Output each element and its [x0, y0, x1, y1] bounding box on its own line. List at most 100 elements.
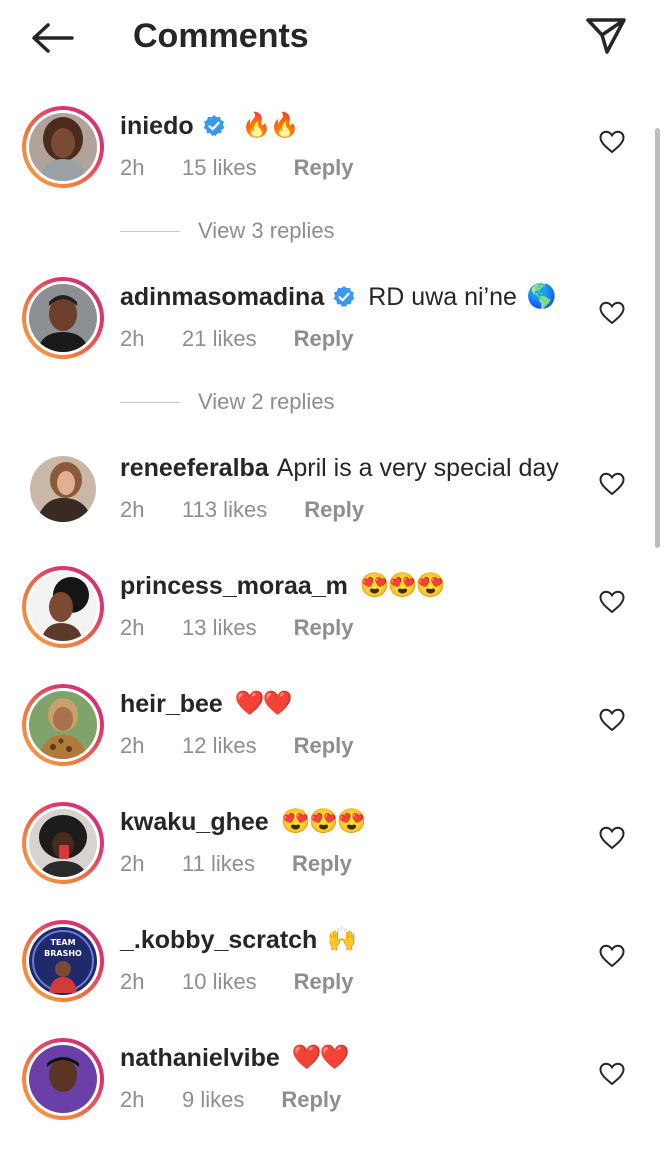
comment-line: heir_bee ❤️❤️: [120, 684, 293, 724]
comment-meta: 2h 113 likes Reply: [120, 492, 364, 528]
comment-likes[interactable]: 13 likes: [182, 610, 257, 646]
comment-emoji: 🙌: [327, 926, 357, 953]
avatar-story-ring[interactable]: TEAM BRASHO: [22, 920, 104, 1002]
comment-username[interactable]: heir_bee: [120, 684, 223, 724]
avatar-story-ring[interactable]: [22, 1038, 104, 1120]
comment-line: iniedo 🔥🔥: [120, 106, 300, 146]
share-button[interactable]: [580, 10, 632, 62]
avatar-story-ring[interactable]: [22, 802, 104, 884]
comment-emoji: 😍😍😍: [359, 572, 446, 599]
comment-line: nathanielvibe ❤️❤️: [120, 1038, 350, 1078]
comment-emoji: 🌎: [526, 283, 557, 310]
comment-line: adinmasomadina RD uwa ni’ne 🌎: [120, 277, 557, 317]
comment-line: princess_moraa_m 😍😍😍: [120, 566, 446, 606]
comment-item: kwaku_ghee 😍😍😍 2h 11 likes Reply: [0, 802, 664, 922]
comment-username[interactable]: iniedo: [120, 106, 194, 146]
heart-icon[interactable]: [598, 824, 626, 852]
heart-icon[interactable]: [598, 299, 626, 327]
comment-item: reneeferalba April is a very special day…: [0, 448, 664, 568]
avatar-story-ring[interactable]: [22, 106, 104, 188]
heart-icon[interactable]: [598, 588, 626, 616]
comment-meta: 2h 12 likes Reply: [120, 728, 354, 764]
comment-item: TEAM BRASHO _.kobby_scratch 🙌 2h 10 likes…: [0, 920, 664, 1040]
comment-time: 2h: [120, 497, 145, 522]
comment-time: 2h: [120, 851, 145, 876]
comment-line: _.kobby_scratch 🙌: [120, 920, 357, 960]
avatar: [29, 691, 97, 759]
comment-time: 2h: [120, 615, 145, 640]
avatar-story-ring[interactable]: [22, 277, 104, 359]
comment-likes[interactable]: 113 likes: [182, 492, 267, 528]
heart-icon[interactable]: [598, 128, 626, 156]
comment-username[interactable]: reneeferalba: [120, 448, 269, 488]
comment-text: RD uwa ni’ne: [368, 283, 517, 311]
comment-likes[interactable]: 10 likes: [182, 964, 257, 1000]
avatar: [29, 809, 97, 877]
comment-item: adinmasomadina RD uwa ni’ne 🌎 2h 21 likes…: [0, 277, 664, 397]
comment-likes[interactable]: 15 likes: [182, 150, 257, 186]
comment-meta: 2h 9 likes Reply: [120, 1082, 341, 1118]
paper-plane-icon: [586, 18, 626, 54]
avatar-team-text: TEAM: [50, 938, 75, 947]
view-replies-label: View 3 replies: [198, 218, 335, 243]
comment-meta: 2h 10 likes Reply: [120, 964, 354, 1000]
reply-button[interactable]: Reply: [294, 728, 354, 764]
verified-badge-icon: [203, 115, 225, 136]
view-replies-link[interactable]: View 2 replies: [120, 385, 335, 419]
heart-icon[interactable]: [598, 706, 626, 734]
comment-username[interactable]: nathanielvibe: [120, 1038, 280, 1078]
avatar: [29, 284, 97, 352]
comment-meta: 2h 11 likes Reply: [120, 846, 352, 882]
comment-time: 2h: [120, 733, 145, 758]
comment-likes[interactable]: 9 likes: [182, 1082, 244, 1118]
avatar-container[interactable]: [22, 448, 104, 530]
divider: [120, 230, 180, 232]
heart-icon[interactable]: [598, 1060, 626, 1088]
avatar: [30, 456, 96, 522]
comment-username[interactable]: adinmasomadina: [120, 277, 324, 317]
avatar: [29, 113, 97, 181]
comment-emoji: 🔥🔥: [241, 112, 300, 139]
reply-button[interactable]: Reply: [294, 150, 354, 186]
avatar-brasho-text: BRASHO: [44, 949, 82, 958]
comment-line: kwaku_ghee 😍😍😍: [120, 802, 366, 842]
comment-likes[interactable]: 21 likes: [182, 321, 257, 357]
scrollbar[interactable]: [655, 128, 660, 548]
comment-text: April is a very special day: [276, 454, 559, 482]
reply-button[interactable]: Reply: [304, 492, 364, 528]
comment-likes[interactable]: 12 likes: [182, 728, 257, 764]
comment-username[interactable]: kwaku_ghee: [120, 802, 269, 842]
reply-button[interactable]: Reply: [294, 321, 354, 357]
heart-icon[interactable]: [598, 942, 626, 970]
comment-time: 2h: [120, 326, 145, 351]
comment-username[interactable]: _.kobby_scratch: [120, 920, 317, 960]
comment-username[interactable]: princess_moraa_m: [120, 566, 348, 606]
back-button[interactable]: [26, 14, 78, 62]
view-replies-label: View 2 replies: [198, 389, 335, 414]
reply-button[interactable]: Reply: [294, 610, 354, 646]
comment-emoji: ❤️❤️: [291, 1044, 350, 1071]
reply-button[interactable]: Reply: [294, 964, 354, 1000]
reply-button[interactable]: Reply: [281, 1082, 341, 1118]
avatar-story-ring[interactable]: [22, 684, 104, 766]
avatar: [29, 1045, 97, 1113]
comment-time: 2h: [120, 969, 145, 994]
comment-item: princess_moraa_m 😍😍😍 2h 13 likes Reply: [0, 566, 664, 686]
comment-meta: 2h 21 likes Reply: [120, 321, 354, 357]
avatar-story-ring[interactable]: [22, 566, 104, 648]
arrow-left-icon: [32, 23, 74, 53]
comment-item: nathanielvibe ❤️❤️ 2h 9 likes Reply: [0, 1038, 664, 1158]
view-replies-link[interactable]: View 3 replies: [120, 214, 335, 248]
reply-button[interactable]: Reply: [292, 846, 352, 882]
verified-badge-icon: [333, 286, 355, 307]
comment-item: iniedo 🔥🔥 2h 15 likes Reply: [0, 106, 664, 226]
comment-likes[interactable]: 11 likes: [182, 846, 255, 882]
comment-time: 2h: [120, 155, 145, 180]
comment-emoji: ❤️❤️: [234, 690, 293, 717]
avatar: [29, 573, 97, 641]
divider: [120, 401, 180, 403]
avatar: TEAM BRASHO: [29, 927, 97, 995]
header-bar: Comments: [0, 0, 664, 76]
heart-icon[interactable]: [598, 470, 626, 498]
comment-time: 2h: [120, 1087, 145, 1112]
